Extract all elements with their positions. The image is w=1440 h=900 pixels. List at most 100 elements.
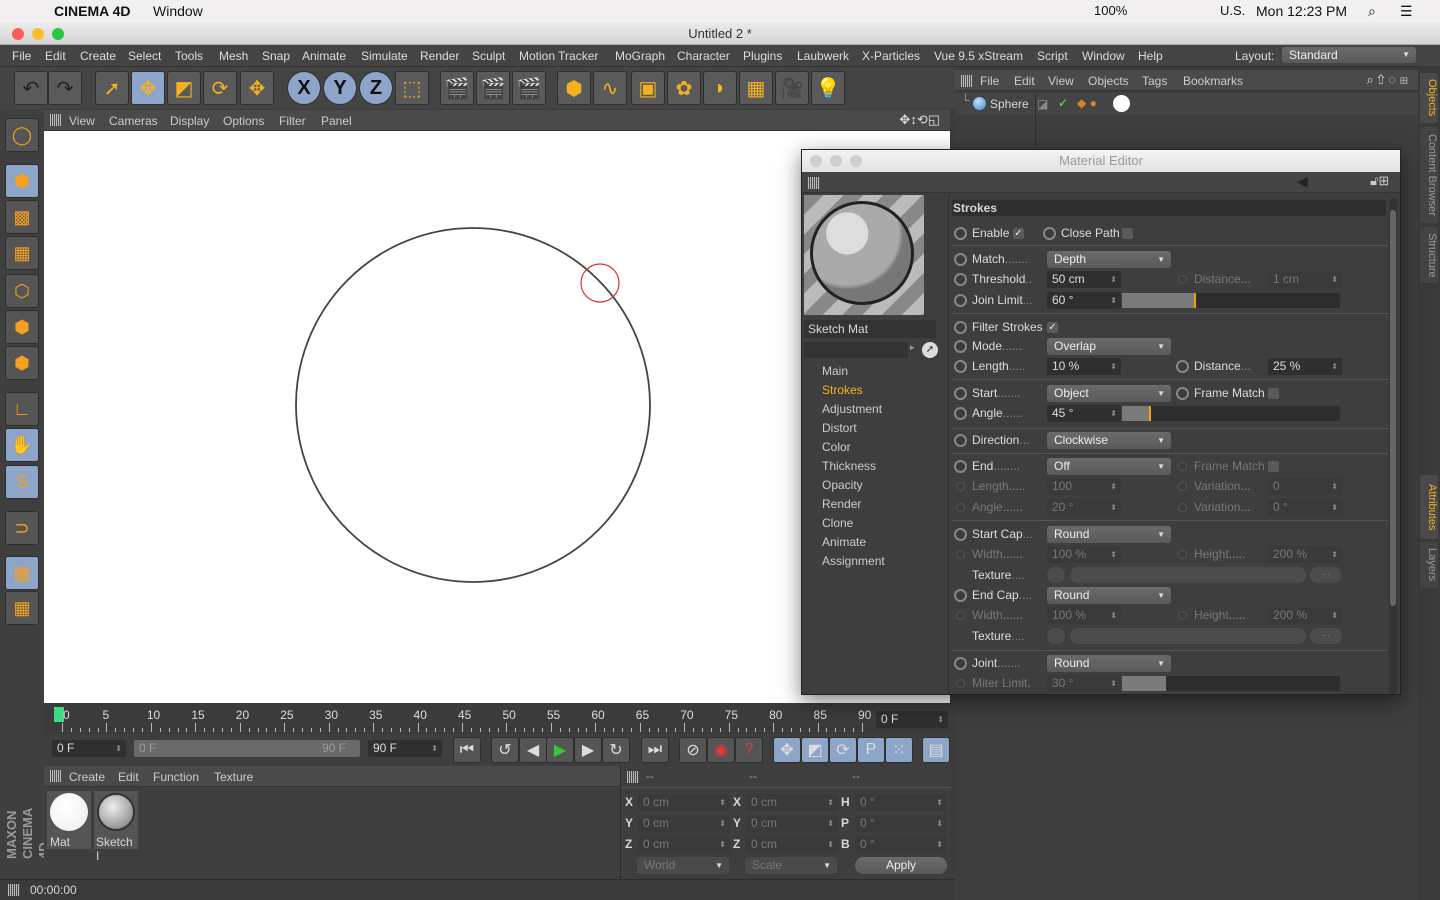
field-miter-limit[interactable]: 30 ° ⬍ — [1047, 675, 1121, 692]
panel-grip-icon[interactable] — [961, 75, 973, 87]
material-menu-create[interactable]: Create — [69, 770, 105, 784]
clock[interactable]: Mon 12:23 PM — [1256, 3, 1347, 19]
next-key-button[interactable]: ↻ — [602, 737, 630, 763]
texture-toggle[interactable] — [1047, 628, 1065, 644]
coord-field-p[interactable]: 0 ° ⬍ — [855, 815, 947, 832]
coord-field-z[interactable]: 0 cm ⬍ — [638, 836, 730, 853]
camera-button[interactable]: 🎥 — [775, 71, 809, 105]
slider-join-limit[interactable] — [1122, 293, 1340, 308]
render-picture-viewer-button[interactable]: 🎬 — [476, 71, 510, 105]
menu-laubwerk[interactable]: Laubwerk — [797, 49, 849, 63]
tag-icon[interactable]: ◆ ● — [1077, 96, 1097, 110]
render-settings-button[interactable]: 🎬 — [512, 71, 546, 105]
coord-field-y[interactable]: 0 cm ⬍ — [638, 815, 730, 832]
object-menu-bookmarks[interactable]: Bookmarks — [1183, 74, 1243, 88]
texture-browse-button[interactable]: ... — [1310, 628, 1342, 644]
scrollbar-thumb[interactable] — [1390, 210, 1396, 606]
viewport-menu-cameras[interactable]: Cameras — [109, 114, 158, 128]
dropdown-end-cap[interactable]: Round ▼ — [1047, 587, 1171, 604]
object-row-sphere[interactable]: └ Sphere ◪ ✓ ◆ ● — [955, 93, 1418, 115]
make-editable-button[interactable]: ◯ — [5, 118, 39, 152]
workplane-lock-button[interactable]: ▦ — [5, 556, 39, 590]
slider-angle[interactable] — [1122, 406, 1340, 421]
field-join-limit[interactable]: 60 ° ⬍ — [1047, 292, 1121, 309]
animation-radio[interactable] — [1178, 275, 1187, 284]
menu-character[interactable]: Character — [677, 49, 730, 63]
cube-button[interactable]: ⬢ — [557, 71, 591, 105]
spotlight-icon[interactable]: ⌕ — [1368, 3, 1376, 20]
key-pla-button[interactable]: ⁙ — [885, 737, 913, 763]
dropdown-end[interactable]: Off ▼ — [1047, 458, 1171, 475]
menu-select[interactable]: Select — [128, 49, 161, 63]
object-menu-file[interactable]: File — [980, 74, 999, 88]
material-menu-edit[interactable]: Edit — [118, 770, 139, 784]
previous-frame-button[interactable]: ◀ — [519, 737, 547, 763]
animation-radio[interactable] — [954, 227, 967, 240]
texture-toggle[interactable] — [1047, 567, 1065, 583]
animation-radio[interactable] — [1178, 550, 1187, 559]
field-variation[interactable]: 0 ° ⬍ — [1268, 499, 1342, 516]
light-button[interactable]: 💡 — [811, 71, 845, 105]
animation-radio[interactable] — [1176, 387, 1189, 400]
tab-structure[interactable]: Structure — [1420, 227, 1438, 283]
panel-grip-icon[interactable] — [8, 884, 20, 896]
animation-radio[interactable] — [956, 611, 965, 620]
menu-animate[interactable]: Animate — [302, 49, 346, 63]
x-axis-button[interactable]: X — [287, 71, 321, 105]
key-rotation-button[interactable]: ⟳ — [829, 737, 857, 763]
viewport-navigation-icons[interactable]: ✥↕⟲◱ — [899, 112, 940, 128]
animation-radio[interactable] — [1178, 482, 1187, 491]
animation-radio[interactable] — [954, 589, 967, 602]
dropdown-direction[interactable]: Clockwise ▼ — [1047, 432, 1171, 449]
texture-link-field[interactable] — [1070, 567, 1306, 583]
frame-range-slider[interactable]: 0 F 90 F — [134, 740, 360, 757]
coord-field-h[interactable]: 0 ° ⬍ — [855, 794, 947, 811]
solo-button[interactable]: S — [5, 465, 39, 499]
dropdown-start-cap[interactable]: Round ▼ — [1047, 526, 1171, 543]
layer-icon[interactable]: ◪ — [1037, 97, 1048, 111]
next-frame-button[interactable]: ▶ — [574, 737, 602, 763]
field-width[interactable]: 100 % ⬍ — [1047, 546, 1121, 563]
field-angle[interactable]: 45 ° ⬍ — [1047, 405, 1121, 422]
field-distance[interactable]: 25 % ⬍ — [1268, 358, 1342, 375]
animation-radio[interactable] — [954, 273, 967, 286]
animation-radio[interactable] — [1043, 227, 1056, 240]
field-width[interactable]: 100 % ⬍ — [1047, 607, 1121, 624]
material-menu-function[interactable]: Function — [153, 770, 199, 784]
viewport-menu-filter[interactable]: Filter — [279, 114, 306, 128]
dropdown-start[interactable]: Object ▼ — [1047, 385, 1171, 402]
slider-miter-limit[interactable] — [1122, 676, 1340, 691]
menu-simulate[interactable]: Simulate — [361, 49, 408, 63]
animation-radio[interactable] — [1178, 503, 1187, 512]
animation-radio[interactable] — [956, 503, 965, 512]
edges-mode-button[interactable]: ⬢ — [5, 310, 39, 344]
workplane-button[interactable]: ▦ — [5, 236, 39, 270]
material-sketch-mat[interactable]: Sketch I — [94, 791, 138, 863]
object-name[interactable]: Sphere — [990, 97, 1029, 111]
dropdown-joint[interactable]: Round ▼ — [1047, 655, 1171, 672]
previous-key-button[interactable]: ↺ — [491, 737, 519, 763]
menu-create[interactable]: Create — [80, 49, 116, 63]
tab-content-browser[interactable]: Content Browser — [1420, 127, 1438, 223]
os-menu-window[interactable]: Window — [153, 3, 203, 19]
coord-field-y[interactable]: 0 cm ⬍ — [746, 815, 838, 832]
go-to-end-button[interactable]: ⏭ — [641, 737, 669, 763]
current-frame-field[interactable]: 0 F ⬍ — [876, 711, 948, 728]
key-position-button[interactable]: ✥ — [773, 737, 801, 763]
texture-browse-button[interactable]: ... — [1310, 567, 1342, 583]
close-path-checkbox[interactable] — [1122, 228, 1133, 239]
object-menu-objects[interactable]: Objects — [1088, 74, 1129, 88]
spline-pen-button[interactable]: ∿ — [593, 71, 627, 105]
animation-radio[interactable] — [954, 340, 967, 353]
menu-window[interactable]: Window — [1082, 49, 1125, 63]
viewport-menu-view[interactable]: View — [69, 114, 95, 128]
snap-button[interactable]: ⊃ — [5, 511, 39, 545]
animation-radio[interactable] — [954, 321, 967, 334]
subdivision-button[interactable]: ▣ — [631, 71, 665, 105]
menu-snap[interactable]: Snap — [262, 49, 290, 63]
planar-workplane-button[interactable]: ▦ — [5, 591, 39, 625]
menu-edit[interactable]: Edit — [45, 49, 66, 63]
viewport-menu-panel[interactable]: Panel — [321, 114, 352, 128]
tab-layers[interactable]: Layers — [1420, 542, 1438, 588]
animation-radio[interactable] — [954, 253, 967, 266]
